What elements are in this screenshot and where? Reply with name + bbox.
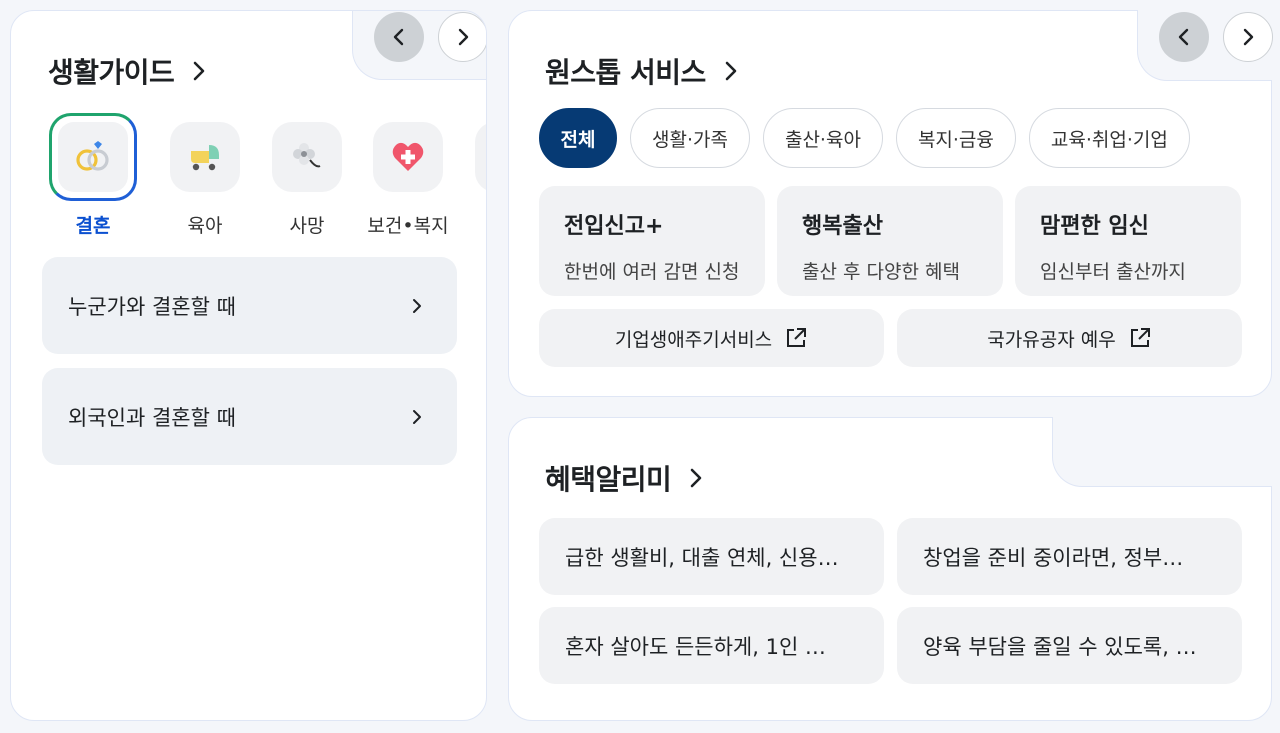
baby-stroller-icon <box>191 145 219 171</box>
category-pregnancy[interactable]: 임신 <box>465 113 486 238</box>
service-card-pregnancy[interactable]: 맘편한 임신 임신부터 출산까지 <box>1015 186 1241 296</box>
chevron-left-icon <box>393 28 404 46</box>
category-label: 임신 <box>465 211 486 238</box>
alarm-item[interactable]: 양육 부담을 줄일 수 있도록, … <box>897 607 1242 684</box>
service-card-desc: 임신부터 출산까지 <box>1040 261 1186 283</box>
category-label: 사망 <box>289 215 325 237</box>
service-card-title: 전입신고+ <box>564 214 664 239</box>
category-health-welfare[interactable]: 보건•복지 <box>363 113 453 238</box>
guide-item-label: 누군가와 결혼할 때 <box>68 294 236 319</box>
onestop-next-button[interactable] <box>1223 12 1273 62</box>
chip-education-employment[interactable]: 교육·취업·기업 <box>1028 108 1190 168</box>
external-link-label: 국가유공자 예우 <box>987 328 1116 351</box>
category-icon-frame <box>373 122 443 192</box>
guide-item-label: 외국인과 결혼할 때 <box>68 405 236 430</box>
life-guide-panel: 생활가이드 결혼 육아 사망 보건•복지 누군가와 결혼할 때 외국인과 결혼할… <box>10 10 487 721</box>
category-icon-frame <box>170 122 240 192</box>
pregnancy-icon <box>475 122 486 192</box>
one-stop-service-panel: 원스톱 서비스 전체 생활·가족 출산·육아 복지·금융 교육·취업·기업 전입… <box>508 10 1273 397</box>
guide-next-button[interactable] <box>438 12 486 62</box>
category-icon-frame <box>49 113 137 201</box>
onestop-title: 원스톱 서비스 <box>545 56 706 89</box>
guide-item-foreign-marriage[interactable]: 외국인과 결혼할 때 <box>42 368 457 465</box>
alarm-item[interactable]: 혼자 살아도 든든하게, 1인 … <box>539 607 884 684</box>
category-label: 육아 <box>187 215 223 237</box>
chevron-left-icon <box>1178 28 1189 46</box>
chevron-right-icon <box>691 468 702 488</box>
guide-prev-button[interactable] <box>374 12 424 62</box>
panel-tab-notch <box>1052 417 1272 487</box>
chip-welfare-finance[interactable]: 복지·금융 <box>895 108 1016 168</box>
service-card-desc: 출산 후 다양한 혜택 <box>802 261 960 283</box>
service-card-move-in[interactable]: 전입신고+ 한번에 여러 감면 신청 <box>539 186 765 296</box>
chevron-right-icon <box>194 61 205 81</box>
alarm-title: 혜택알리미 <box>545 463 672 496</box>
chevron-right-icon <box>458 28 469 46</box>
chip-life-family[interactable]: 생활·가족 <box>630 108 750 168</box>
onestop-prev-button[interactable] <box>1159 12 1209 62</box>
chevron-right-icon <box>413 409 421 424</box>
chevron-right-icon <box>413 298 421 313</box>
benefit-alarm-panel: 혜택알리미 급한 생활비, 대출 연체, 신용… 창업을 준비 중이라면, 정부… <box>508 417 1272 721</box>
service-card-title: 행복출산 <box>802 214 883 239</box>
link-veterans-honor[interactable]: 국가유공자 예우 <box>897 309 1242 367</box>
external-link-icon <box>787 328 807 347</box>
service-card-desc: 한번에 여러 감면 신청 <box>564 261 740 283</box>
wedding-rings-icon <box>76 141 109 171</box>
alarm-title-link[interactable]: 혜택알리미 <box>545 458 707 498</box>
guide-category-list: 결혼 육아 사망 보건•복지 <box>48 113 486 243</box>
category-icon-frame <box>272 122 342 192</box>
guide-title-link[interactable]: 생활가이드 <box>48 51 210 91</box>
chevron-right-icon <box>725 61 737 81</box>
onestop-title-link[interactable]: 원스톱 서비스 <box>545 51 742 91</box>
service-filter-chips: 전체 생활·가족 출산·육아 복지·금융 교육·취업·기업 <box>539 108 1190 168</box>
link-business-lifecycle[interactable]: 기업생애주기서비스 <box>539 309 884 367</box>
category-childcare[interactable]: 육아 <box>160 113 250 238</box>
alarm-item[interactable]: 급한 생활비, 대출 연체, 신용… <box>539 518 884 595</box>
external-link-icon <box>1130 328 1150 347</box>
guide-item-marriage[interactable]: 누군가와 결혼할 때 <box>42 257 457 354</box>
service-card-happy-birth[interactable]: 행복출산 출산 후 다양한 혜택 <box>777 186 1003 296</box>
external-link-label: 기업생애주기서비스 <box>614 328 773 351</box>
category-wedding[interactable]: 결혼 <box>48 113 138 238</box>
category-label: 결혼 <box>75 215 111 237</box>
service-card-title: 맘편한 임신 <box>1040 214 1149 239</box>
chevron-right-icon <box>1243 28 1254 46</box>
chrysanthemum-icon <box>293 143 321 168</box>
chip-all[interactable]: 전체 <box>539 108 617 168</box>
guide-title: 생활가이드 <box>48 56 175 89</box>
alarm-item[interactable]: 창업을 준비 중이라면, 정부… <box>897 518 1242 595</box>
heart-cross-icon <box>392 142 424 171</box>
category-death[interactable]: 사망 <box>262 113 352 238</box>
chip-birth-childcare[interactable]: 출산·육아 <box>762 108 883 168</box>
category-label: 보건•복지 <box>367 215 449 237</box>
